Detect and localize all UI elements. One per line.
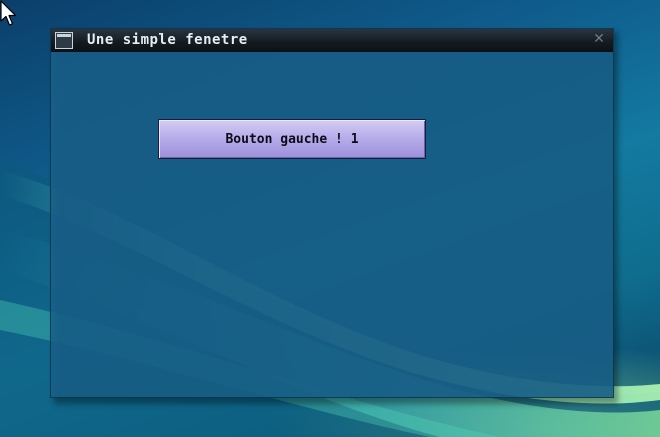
main-window: Une simple fenetre ✕ Bouton gauche ! 1 bbox=[50, 28, 614, 398]
window-titlebar[interactable]: Une simple fenetre ✕ bbox=[51, 29, 613, 52]
left-button-label: Bouton gauche ! 1 bbox=[225, 131, 359, 147]
desktop-wallpaper: Une simple fenetre ✕ Bouton gauche ! 1 bbox=[0, 0, 660, 437]
close-icon[interactable]: ✕ bbox=[591, 31, 607, 47]
window-title: Une simple fenetre bbox=[87, 32, 248, 48]
window-client-area: Bouton gauche ! 1 bbox=[51, 52, 613, 397]
window-app-icon bbox=[55, 32, 73, 49]
left-button[interactable]: Bouton gauche ! 1 bbox=[158, 119, 426, 159]
